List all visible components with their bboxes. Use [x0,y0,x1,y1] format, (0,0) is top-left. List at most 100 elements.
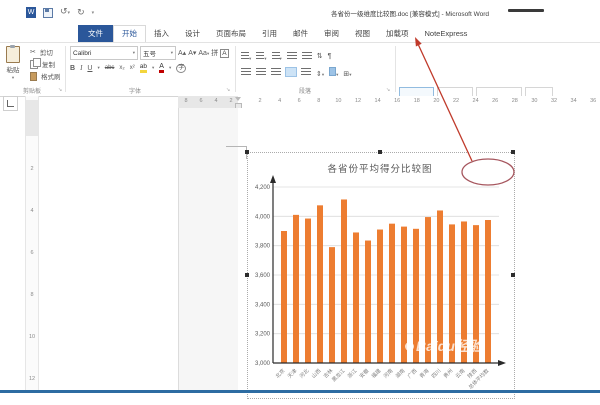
paste-label: 粘贴 [7,64,20,74]
svg-text:3,600: 3,600 [255,273,271,279]
tab-selector[interactable] [3,96,18,111]
tab-加载项[interactable]: 加载项 [378,25,417,42]
undo-icon[interactable]: ↺▾ [60,7,70,18]
superscript-button[interactable]: x² [130,65,135,71]
distribute-icon[interactable] [301,68,311,76]
font-color-caret-icon[interactable]: ▾ [169,65,171,71]
subscript-button[interactable]: x₂ [119,65,124,71]
justify-icon[interactable] [286,68,296,76]
tab-插入[interactable]: 插入 [146,25,177,42]
align-right-icon[interactable] [271,68,281,76]
x-label-湖南: 湖南 [393,367,406,380]
phonetic-guide-button[interactable]: 拼 [211,48,218,58]
ruler-number: 16 [394,98,400,104]
vruler-margin-section [26,100,38,136]
save-icon[interactable] [43,8,53,18]
quick-access-toolbar: W ↺▾ ↻ ▾ [26,7,94,18]
bar-山西 [317,205,323,363]
tab-NoteExpress[interactable]: NoteExpress [417,25,476,42]
underline-caret-icon[interactable]: ▾ [97,65,99,71]
bar-河北 [305,219,311,363]
font-dialog-launcher-icon[interactable]: ↘ [226,87,230,93]
ruler-number: 8 [26,292,38,298]
format-painter-button[interactable]: 格式刷 [30,71,61,81]
bar-安徽 [365,241,371,363]
text-highlight-button[interactable]: ab [140,63,147,73]
paste-icon [6,46,20,63]
chart-object[interactable]: 3,0003,2003,4003,6003,8004,0004,200北京天津河… [247,152,515,399]
format-painter-label: 格式刷 [41,71,61,81]
ruler-number: 4 [26,208,38,214]
text-boundary-mark [226,146,247,147]
paragraph-dialog-launcher-icon[interactable]: ↘ [386,87,390,93]
ruler-number: 6 [26,250,38,256]
tab-开始[interactable]: 开始 [113,25,146,42]
increase-indent-icon[interactable] [302,52,312,60]
cut-button[interactable]: ✂ 剪切 [30,47,53,57]
x-label-河北: 河北 [297,366,311,380]
clipboard-dialog-launcher-icon[interactable]: ↘ [58,87,62,93]
italic-button[interactable]: I [80,64,82,72]
watermark-paw-icon [405,342,414,351]
sort-icon[interactable]: ⇅ [317,52,323,60]
indent-marker[interactable] [235,97,241,107]
grow-font-button[interactable]: A▴ [178,49,186,57]
bar-浙江 [353,232,359,363]
paragraph-mark-icon[interactable]: ¶ [328,53,332,60]
shrink-font-button[interactable]: A▾ [188,49,196,57]
selection-handle[interactable] [245,150,249,154]
tab-设计[interactable]: 设计 [177,25,208,42]
x-label-福建: 福建 [369,367,382,380]
ruler-number: 6 [199,98,202,104]
enclose-characters-button[interactable]: 字 [176,64,186,73]
character-border-button[interactable]: A [220,49,228,58]
selection-handle[interactable] [245,273,249,277]
ruler-number: 20 [433,98,439,104]
document-title: 各省份一级维度比较图.doc [兼容模式] - Microsoft Word [300,8,520,18]
selection-handle[interactable] [511,273,515,277]
tab-页面布局[interactable]: 页面布局 [208,25,254,42]
tab-视图[interactable]: 视图 [347,25,378,42]
bar-天津 [293,215,299,363]
word-app-icon: W [26,7,36,18]
underline-button[interactable]: U [87,65,92,72]
bar-吉林 [329,247,335,363]
decrease-indent-icon[interactable] [287,52,297,60]
ruler-number: 10 [26,334,38,340]
change-case-button[interactable]: Aa▾ [198,50,209,57]
line-spacing-button[interactable]: ⇕▾ [316,63,324,81]
font-size-value: 五号 [143,48,156,58]
tab-引用[interactable]: 引用 [254,25,285,42]
shading-button[interactable]: ▾ [329,63,338,81]
tab-文件[interactable]: 文件 [78,25,113,42]
ruler-number: 6 [298,98,301,104]
borders-button[interactable]: ⊞▾ [343,63,351,81]
page-left-margin [179,108,238,390]
bold-button[interactable]: B [70,65,75,72]
qat-customize-icon[interactable]: ▾ [92,10,95,16]
selection-handle[interactable] [378,150,382,154]
font-color-button[interactable]: A [159,63,164,73]
tab-邮件[interactable]: 邮件 [285,25,316,42]
ruler-number: 18 [414,98,420,104]
highlight-caret-icon[interactable]: ▾ [152,65,154,71]
ruler-number: 10 [335,98,341,104]
selection-handle[interactable] [511,150,515,154]
font-size-select[interactable]: 五号 ▾ [140,46,176,60]
x-label-广西: 广西 [405,367,418,380]
vertical-ruler[interactable]: 24681012 [25,96,39,390]
window-control-dash[interactable] [508,9,544,12]
align-center-icon[interactable] [256,68,266,76]
x-label-山西: 山西 [309,367,322,380]
paste-button[interactable]: 粘贴 ▾ [6,46,20,81]
tab-审阅[interactable]: 审阅 [316,25,347,42]
group-separator [395,46,396,92]
redo-icon[interactable]: ↻ [77,8,85,17]
strikethrough-button[interactable]: abc [105,65,115,71]
font-name-select[interactable]: Calibri ▾ [70,46,138,60]
copy-button[interactable]: 复制 [30,59,55,69]
x-label-浙江: 浙江 [345,367,358,380]
align-left-icon[interactable] [241,68,251,76]
chart-title: 各省份平均得分比较图 [247,161,513,175]
baidu-watermark: Baidu经验 [405,336,483,356]
